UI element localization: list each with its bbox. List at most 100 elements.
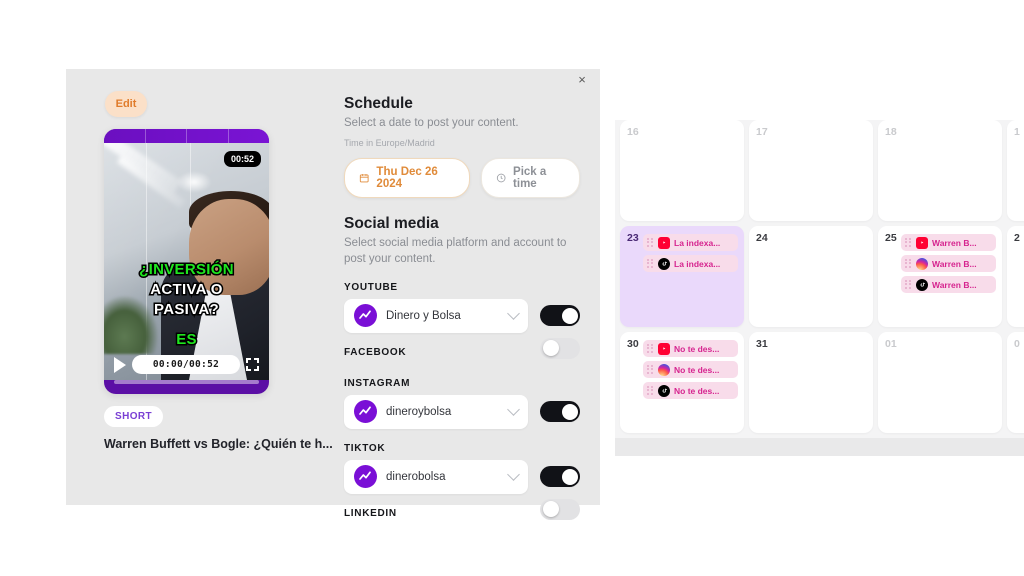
calendar-day-cell[interactable]: 2 bbox=[1007, 226, 1024, 327]
calendar-day-cell[interactable]: 16 bbox=[620, 120, 744, 221]
event-list: Warren B... Warren B... Warren B... bbox=[901, 234, 996, 293]
calendar-day-cell[interactable]: 0 bbox=[1007, 332, 1024, 433]
clock-icon bbox=[496, 173, 506, 183]
calendar-panel: 16 17 18 1 23 La indexa... La indexa... 24 25 War… bbox=[615, 120, 1024, 456]
platform-label-linkedin: LINKEDIN bbox=[344, 507, 397, 519]
day-number: 24 bbox=[756, 232, 768, 244]
time-picker-button[interactable]: Pick a time bbox=[480, 157, 580, 198]
video-caption-line-1: ¿INVERSIÓN bbox=[138, 260, 235, 280]
drag-handle-icon[interactable] bbox=[647, 343, 654, 354]
platform-row-linkedin: LINKEDIN bbox=[344, 494, 580, 525]
calendar-event-chip[interactable]: La indexa... bbox=[643, 234, 738, 251]
drag-handle-icon[interactable] bbox=[647, 364, 654, 375]
account-name: Dinero y Bolsa bbox=[386, 309, 461, 322]
drag-handle-icon[interactable] bbox=[905, 279, 912, 290]
calendar-event-chip[interactable]: Warren B... bbox=[901, 255, 996, 272]
video-caption-line-2: ACTIVA O bbox=[149, 280, 224, 300]
short-badge: SHORT bbox=[104, 406, 163, 427]
drag-handle-icon[interactable] bbox=[905, 258, 912, 269]
video-title: Warren Buffett vs Bogle: ¿Quién te h... bbox=[104, 437, 333, 451]
calendar-event-chip[interactable]: Warren B... bbox=[901, 276, 996, 293]
calendar-event-chip[interactable]: No te des... bbox=[643, 361, 738, 378]
video-caption-line-4: ES bbox=[175, 330, 198, 350]
toggle-youtube[interactable] bbox=[540, 305, 580, 327]
calendar-event-chip[interactable]: No te des... bbox=[643, 340, 738, 357]
account-avatar bbox=[354, 304, 377, 328]
close-icon[interactable]: × bbox=[572, 69, 592, 89]
platform-row-facebook: FACEBOOK bbox=[344, 333, 580, 364]
account-avatar bbox=[354, 400, 377, 424]
drag-handle-icon[interactable] bbox=[905, 237, 912, 248]
event-title: La indexa... bbox=[674, 237, 721, 248]
calendar-day-cell[interactable]: 1 bbox=[1007, 120, 1024, 221]
play-icon[interactable] bbox=[114, 356, 126, 373]
account-select-instagram[interactable]: dineroybolsa bbox=[344, 394, 528, 429]
event-list: La indexa... La indexa... bbox=[643, 234, 738, 272]
instagram-icon bbox=[658, 363, 670, 376]
event-list: No te des... No te des... No te des... bbox=[643, 340, 738, 399]
account-avatar bbox=[354, 465, 377, 489]
social-heading: Social media bbox=[344, 214, 439, 232]
event-title: Warren B... bbox=[932, 258, 977, 269]
calendar-day-cell[interactable]: 18 bbox=[878, 120, 1002, 221]
youtube-shorts-icon bbox=[916, 236, 928, 249]
calendar-day-cell[interactable]: 01 bbox=[878, 332, 1002, 433]
platform-row-youtube: Dinero y Bolsa bbox=[344, 298, 580, 333]
video-frame: ¿INVERSIÓN ACTIVA O PASIVA? ES bbox=[104, 143, 269, 380]
calendar-day-cell[interactable]: 17 bbox=[749, 120, 873, 221]
youtube-shorts-icon bbox=[658, 342, 670, 355]
youtube-shorts-icon bbox=[658, 236, 670, 249]
calendar-day-cell[interactable]: 23 La indexa... La indexa... bbox=[620, 226, 744, 327]
edit-button[interactable]: Edit bbox=[105, 91, 147, 117]
toggle-facebook[interactable] bbox=[540, 337, 580, 359]
platform-label-instagram: INSTAGRAM bbox=[344, 377, 411, 389]
calendar-day-cell[interactable]: 24 bbox=[749, 226, 873, 327]
tiktok-icon bbox=[916, 278, 928, 291]
day-number: 16 bbox=[627, 126, 639, 138]
event-title: No te des... bbox=[674, 343, 720, 354]
day-number: 25 bbox=[885, 232, 897, 244]
calendar-event-chip[interactable]: La indexa... bbox=[643, 255, 738, 272]
date-picker-button[interactable]: Thu Dec 26 2024 bbox=[344, 157, 470, 198]
video-player[interactable]: ¿INVERSIÓN ACTIVA O PASIVA? ES 00:52 00:… bbox=[104, 129, 269, 394]
toggle-tiktok[interactable] bbox=[540, 466, 580, 488]
video-seek-bar[interactable] bbox=[114, 380, 259, 384]
chevron-down-icon bbox=[507, 403, 520, 416]
schedule-controls: Thu Dec 26 2024 Pick a time bbox=[344, 157, 580, 198]
video-segments-bar[interactable] bbox=[104, 129, 269, 143]
calendar-day-cell[interactable]: 31 bbox=[749, 332, 873, 433]
drag-handle-icon[interactable] bbox=[647, 258, 654, 269]
drag-handle-icon[interactable] bbox=[647, 385, 654, 396]
platform-label-tiktok: TIKTOK bbox=[344, 442, 386, 454]
calendar-event-chip[interactable]: Warren B... bbox=[901, 234, 996, 251]
account-select-youtube[interactable]: Dinero y Bolsa bbox=[344, 298, 528, 333]
day-number: 0 bbox=[1014, 338, 1020, 350]
calendar-icon bbox=[359, 173, 369, 183]
toggle-instagram[interactable] bbox=[540, 401, 580, 423]
schedule-subtitle: Select a date to post your content. bbox=[344, 117, 519, 129]
schedule-heading: Schedule bbox=[344, 95, 413, 112]
calendar-event-chip[interactable]: No te des... bbox=[643, 382, 738, 399]
app-root: × Edit ¿INVERSIÓN ACTIVA O PASIVA? ES 00… bbox=[0, 0, 1024, 576]
video-caption-line-3: PASIVA? bbox=[153, 300, 221, 320]
event-title: La indexa... bbox=[674, 258, 721, 269]
platform-label-youtube: YOUTUBE bbox=[344, 281, 398, 293]
fullscreen-icon[interactable] bbox=[246, 358, 259, 371]
day-number: 01 bbox=[885, 338, 897, 350]
drag-handle-icon[interactable] bbox=[647, 237, 654, 248]
video-preview-pane: Edit ¿INVERSIÓN ACTIVA O PASIVA? ES 00:5… bbox=[66, 69, 336, 505]
calendar-day-cell[interactable]: 30 No te des... No te des... No te des... bbox=[620, 332, 744, 433]
chevron-down-icon bbox=[507, 468, 520, 481]
account-select-tiktok[interactable]: dinerobolsa bbox=[344, 459, 528, 494]
event-title: No te des... bbox=[674, 385, 720, 396]
event-title: No te des... bbox=[674, 364, 720, 375]
tiktok-icon bbox=[658, 384, 670, 397]
toggle-linkedin[interactable] bbox=[540, 498, 580, 520]
day-number: 1 bbox=[1014, 126, 1020, 138]
video-duration-badge: 00:52 bbox=[223, 151, 261, 167]
calendar-week-row: 30 No te des... No te des... No te des... 31… bbox=[615, 332, 1024, 438]
time-value: Pick a time bbox=[513, 165, 547, 190]
platform-row-tiktok: dinerobolsa bbox=[344, 459, 580, 494]
video-time-display: 00:00/00:52 bbox=[132, 355, 240, 374]
calendar-day-cell[interactable]: 25 Warren B... Warren B... Warren B... bbox=[878, 226, 1002, 327]
